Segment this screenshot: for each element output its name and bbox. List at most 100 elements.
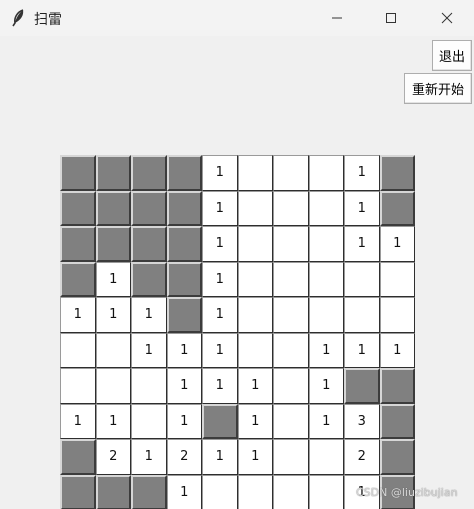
covered-cell[interactable]	[131, 261, 167, 297]
covered-cell[interactable]	[95, 226, 131, 262]
number-cell[interactable]: 1	[202, 439, 238, 475]
number-cell[interactable]: 1	[166, 474, 202, 509]
empty-cell[interactable]	[237, 332, 273, 368]
covered-cell[interactable]	[379, 439, 415, 475]
number-cell[interactable]: 1	[237, 368, 273, 404]
number-cell[interactable]: 1	[60, 297, 96, 333]
number-cell[interactable]: 1	[166, 332, 202, 368]
covered-cell[interactable]	[166, 155, 202, 191]
covered-cell[interactable]	[60, 155, 96, 191]
empty-cell[interactable]	[308, 190, 344, 226]
covered-cell[interactable]	[131, 474, 167, 509]
empty-cell[interactable]	[344, 261, 380, 297]
number-cell[interactable]: 1	[202, 190, 238, 226]
number-cell[interactable]: 1	[344, 332, 380, 368]
covered-cell[interactable]	[166, 226, 202, 262]
empty-cell[interactable]	[308, 439, 344, 475]
number-cell[interactable]: 2	[344, 439, 380, 475]
empty-cell[interactable]	[237, 261, 273, 297]
number-cell[interactable]: 1	[308, 332, 344, 368]
number-cell[interactable]: 1	[95, 297, 131, 333]
number-cell[interactable]: 1	[344, 155, 380, 191]
covered-cell[interactable]	[202, 403, 238, 439]
number-cell[interactable]: 1	[131, 439, 167, 475]
number-cell[interactable]: 1	[237, 403, 273, 439]
empty-cell[interactable]	[95, 368, 131, 404]
covered-cell[interactable]	[131, 226, 167, 262]
number-cell[interactable]: 1	[344, 226, 380, 262]
empty-cell[interactable]	[237, 155, 273, 191]
empty-cell[interactable]	[273, 155, 309, 191]
number-cell[interactable]: 2	[95, 439, 131, 475]
number-cell[interactable]: 1	[95, 261, 131, 297]
number-cell[interactable]: 1	[379, 332, 415, 368]
empty-cell[interactable]	[379, 261, 415, 297]
covered-cell[interactable]	[95, 155, 131, 191]
number-cell[interactable]: 1	[60, 403, 96, 439]
covered-cell[interactable]	[379, 368, 415, 404]
number-cell[interactable]: 1	[202, 226, 238, 262]
covered-cell[interactable]	[166, 261, 202, 297]
number-cell[interactable]: 1	[344, 190, 380, 226]
empty-cell[interactable]	[308, 474, 344, 509]
covered-cell[interactable]	[344, 368, 380, 404]
number-cell[interactable]: 1	[131, 332, 167, 368]
empty-cell[interactable]	[273, 261, 309, 297]
number-cell[interactable]: 1	[131, 297, 167, 333]
empty-cell[interactable]	[344, 297, 380, 333]
close-button[interactable]	[420, 0, 474, 36]
covered-cell[interactable]	[60, 439, 96, 475]
covered-cell[interactable]	[379, 190, 415, 226]
empty-cell[interactable]	[237, 297, 273, 333]
number-cell[interactable]: 1	[308, 368, 344, 404]
number-cell[interactable]: 1	[308, 403, 344, 439]
empty-cell[interactable]	[273, 332, 309, 368]
covered-cell[interactable]	[60, 261, 96, 297]
empty-cell[interactable]	[237, 190, 273, 226]
empty-cell[interactable]	[131, 403, 167, 439]
empty-cell[interactable]	[273, 439, 309, 475]
empty-cell[interactable]	[237, 226, 273, 262]
empty-cell[interactable]	[379, 297, 415, 333]
number-cell[interactable]: 1	[166, 403, 202, 439]
number-cell[interactable]: 1	[166, 368, 202, 404]
number-cell[interactable]: 3	[344, 403, 380, 439]
empty-cell[interactable]	[95, 332, 131, 368]
maximize-button[interactable]	[364, 0, 418, 36]
number-cell[interactable]: 1	[202, 297, 238, 333]
number-cell[interactable]: 1	[202, 332, 238, 368]
covered-cell[interactable]	[131, 190, 167, 226]
empty-cell[interactable]	[131, 368, 167, 404]
number-cell[interactable]: 1	[202, 368, 238, 404]
empty-cell[interactable]	[60, 332, 96, 368]
empty-cell[interactable]	[60, 368, 96, 404]
covered-cell[interactable]	[131, 155, 167, 191]
minimize-button[interactable]	[310, 0, 364, 36]
empty-cell[interactable]	[202, 474, 238, 509]
title-bar[interactable]: 扫雷	[0, 0, 474, 36]
number-cell[interactable]: 1	[202, 155, 238, 191]
number-cell[interactable]: 2	[166, 439, 202, 475]
number-cell[interactable]: 1	[237, 439, 273, 475]
covered-cell[interactable]	[379, 155, 415, 191]
restart-button[interactable]: 重新开始	[404, 73, 472, 104]
empty-cell[interactable]	[273, 190, 309, 226]
empty-cell[interactable]	[308, 155, 344, 191]
empty-cell[interactable]	[273, 403, 309, 439]
empty-cell[interactable]	[273, 368, 309, 404]
covered-cell[interactable]	[60, 226, 96, 262]
covered-cell[interactable]	[379, 403, 415, 439]
covered-cell[interactable]	[60, 474, 96, 509]
number-cell[interactable]: 1	[379, 226, 415, 262]
empty-cell[interactable]	[308, 226, 344, 262]
covered-cell[interactable]	[166, 297, 202, 333]
number-cell[interactable]: 1	[202, 261, 238, 297]
empty-cell[interactable]	[273, 297, 309, 333]
empty-cell[interactable]	[273, 474, 309, 509]
covered-cell[interactable]	[95, 190, 131, 226]
empty-cell[interactable]	[237, 474, 273, 509]
exit-button[interactable]: 退出	[432, 40, 472, 71]
empty-cell[interactable]	[308, 297, 344, 333]
number-cell[interactable]: 1	[95, 403, 131, 439]
covered-cell[interactable]	[95, 474, 131, 509]
